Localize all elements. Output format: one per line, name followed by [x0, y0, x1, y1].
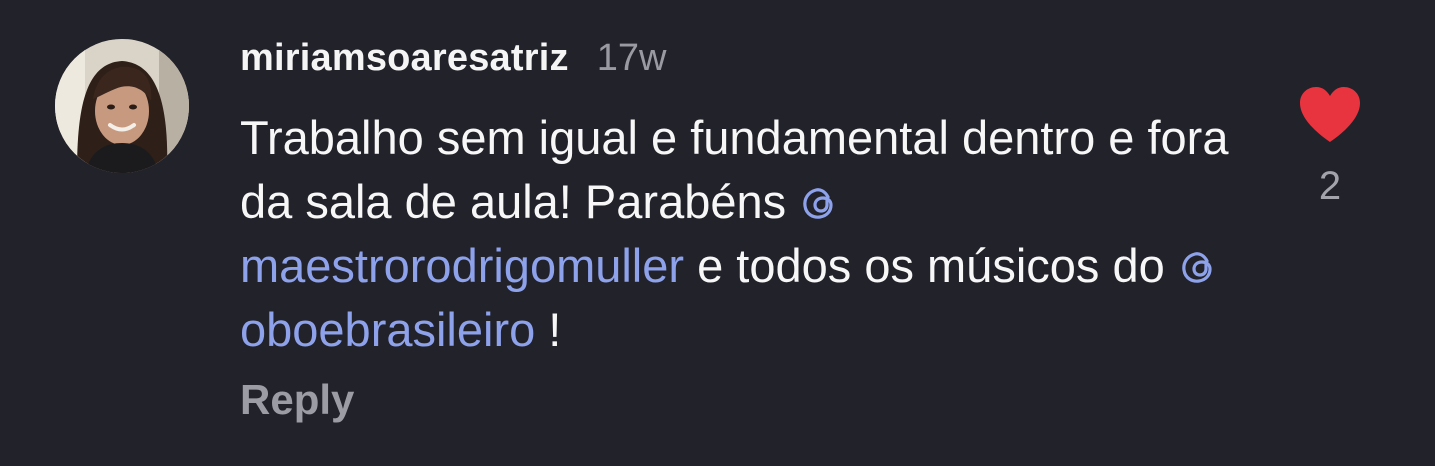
reply-button[interactable]: Reply [240, 376, 354, 424]
avatar-photo [55, 39, 189, 173]
threads-at-icon [1182, 252, 1212, 283]
username[interactable]: miriamsoaresatriz [240, 37, 569, 80]
like-button[interactable] [1296, 84, 1364, 146]
comment-text-part-1: Trabalho sem igual e fundamental dentro … [240, 111, 1229, 228]
threads-at-icon [803, 188, 833, 219]
like-count: 2 [1318, 164, 1342, 208]
mention-text: oboebrasileiro [240, 303, 536, 356]
comment-text-part-2: e todos os músicos do [684, 239, 1178, 292]
heart-icon [1300, 87, 1360, 142]
mention-text: maestrorodrigomuller [240, 239, 685, 292]
comment-header: miriamsoaresatriz 17w [240, 30, 666, 86]
comment-text-part-3: ! [535, 303, 562, 356]
timestamp: 17w [596, 36, 667, 79]
comment-text: Trabalho sem igual e fundamental dentro … [240, 106, 1240, 362]
comment: miriamsoaresatriz 17w Trabalho sem igual… [0, 0, 1435, 466]
avatar[interactable] [55, 39, 189, 173]
